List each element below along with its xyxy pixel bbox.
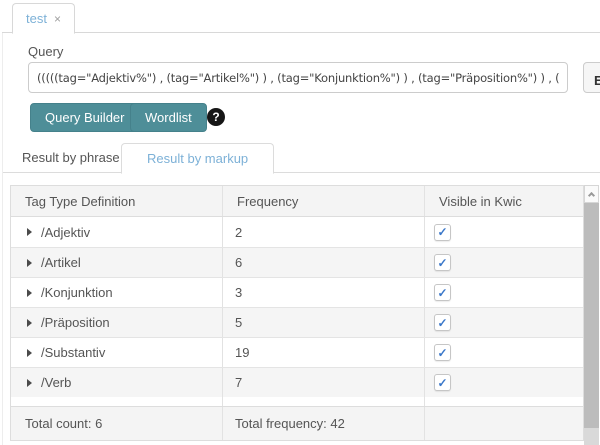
table-row[interactable]: /Artikel 6 ✓: [11, 247, 583, 277]
frequency-value: 3: [223, 278, 425, 307]
chevron-up-icon: [588, 192, 595, 199]
table-header-row: Tag Type Definition Frequency Visible in…: [11, 186, 583, 217]
check-icon: ✓: [437, 257, 447, 269]
expand-icon[interactable]: [27, 349, 32, 357]
frequency-value: 7: [223, 368, 425, 397]
wordlist-button[interactable]: Wordlist: [130, 103, 207, 132]
check-icon: ✓: [437, 317, 447, 329]
tag-type-label: /Substantiv: [41, 345, 105, 360]
tab-test[interactable]: test ×: [12, 3, 75, 34]
table-row[interactable]: /Adjektiv 2 ✓: [11, 217, 583, 247]
check-icon: ✓: [437, 347, 447, 359]
visible-in-kwic-checkbox[interactable]: ✓: [434, 374, 451, 391]
tab-result-by-markup[interactable]: Result by markup: [121, 143, 274, 174]
table-footer-row: Total count: 6 Total frequency: 42: [11, 406, 583, 440]
total-count: Total count: 6: [11, 407, 223, 440]
table-row[interactable]: /Verb 7 ✓: [11, 367, 583, 397]
total-frequency: Total frequency: 42: [223, 407, 425, 440]
scrollbar-thumb[interactable]: [584, 203, 599, 428]
query-label: Query: [28, 44, 63, 59]
frequency-value: 5: [223, 308, 425, 337]
query-input[interactable]: [28, 62, 568, 93]
column-header-frequency: Frequency: [223, 186, 425, 216]
tab-result-by-phrase[interactable]: Result by phrase: [18, 143, 124, 173]
column-header-visible-in-kwic: Visible in Kwic: [425, 186, 583, 216]
table-empty-area: [11, 397, 583, 406]
table-body: /Adjektiv 2 ✓ /Artikel 6 ✓ /Konjunktion …: [11, 217, 583, 397]
frequency-value: 19: [223, 338, 425, 367]
tag-type-label: /Verb: [41, 375, 71, 390]
table-row[interactable]: /Präposition 5 ✓: [11, 307, 583, 337]
visible-in-kwic-checkbox[interactable]: ✓: [434, 314, 451, 331]
visible-in-kwic-checkbox[interactable]: ✓: [434, 284, 451, 301]
expand-icon[interactable]: [27, 259, 32, 267]
app-window: test × Query E Query Builder Wordlist ? R…: [0, 0, 600, 445]
help-icon[interactable]: ?: [207, 108, 225, 126]
expand-icon[interactable]: [27, 228, 32, 236]
markup-result-table: Tag Type Definition Frequency Visible in…: [10, 185, 584, 441]
expand-icon[interactable]: [27, 319, 32, 327]
column-header-tag-type: Tag Type Definition: [11, 186, 223, 216]
visible-in-kwic-checkbox[interactable]: ✓: [434, 344, 451, 361]
vertical-scrollbar[interactable]: [584, 185, 599, 445]
tag-type-label: /Konjunktion: [41, 285, 113, 300]
panel-border: [2, 33, 3, 445]
tab-test-label: test: [26, 11, 47, 26]
check-icon: ✓: [437, 287, 447, 299]
search-button[interactable]: E: [583, 62, 600, 93]
table-row[interactable]: /Konjunktion 3 ✓: [11, 277, 583, 307]
expand-icon[interactable]: [27, 289, 32, 297]
tag-type-label: /Präposition: [41, 315, 110, 330]
result-tab-bar: Result by phrase Result by markup: [3, 143, 600, 173]
close-icon[interactable]: ×: [54, 12, 61, 26]
table-row[interactable]: /Substantiv 19 ✓: [11, 337, 583, 367]
visible-in-kwic-checkbox[interactable]: ✓: [434, 254, 451, 271]
query-builder-button[interactable]: Query Builder: [30, 103, 139, 132]
expand-icon[interactable]: [27, 379, 32, 387]
tag-type-label: /Artikel: [41, 255, 81, 270]
check-icon: ✓: [437, 226, 447, 238]
check-icon: ✓: [437, 377, 447, 389]
document-tab-bar: test ×: [2, 3, 600, 33]
visible-in-kwic-checkbox[interactable]: ✓: [434, 224, 451, 241]
scroll-up-button[interactable]: [584, 185, 599, 203]
tag-type-label: /Adjektiv: [41, 225, 90, 240]
frequency-value: 2: [223, 217, 425, 247]
frequency-value: 6: [223, 248, 425, 277]
